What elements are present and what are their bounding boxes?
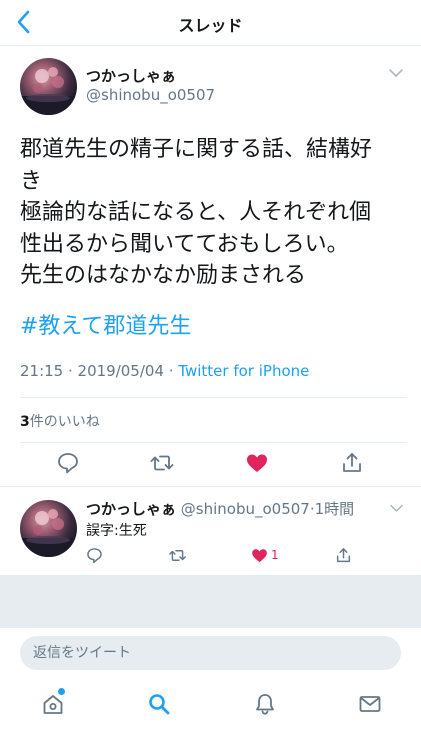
page-title: スレッド xyxy=(178,16,243,35)
hashtag-link[interactable]: #教えて郡道先生 xyxy=(20,308,191,340)
tweet-text: 郡道先生の精子に関する話、結構好 き 極論的な話になると、人それぞれ個 性出るか… xyxy=(20,134,410,292)
share-button[interactable] xyxy=(339,450,365,476)
reply-reply-button[interactable] xyxy=(85,546,104,565)
tweet-text-line: 極論的な話になると、人それぞれ個 xyxy=(20,200,372,225)
tweet-text-line: き xyxy=(20,168,43,194)
empty-area xyxy=(0,575,421,627)
reply-button[interactable] xyxy=(55,450,81,476)
chevron-down-icon[interactable] xyxy=(389,68,403,78)
home-icon xyxy=(43,695,63,714)
avatar[interactable] xyxy=(20,58,77,115)
notifications-icon xyxy=(256,694,274,715)
messages-icon xyxy=(359,696,381,712)
heart-filled-icon xyxy=(247,454,267,472)
author-handle[interactable]: @shinobu_o0507 xyxy=(86,86,215,104)
tweet-timestamp: 21:15 · 2019/05/04 · xyxy=(20,362,179,380)
share-icon xyxy=(343,453,361,472)
tab-bar xyxy=(0,677,421,729)
reply-retweet-button[interactable] xyxy=(168,546,187,565)
tweet-metadata: 21:15 · 2019/05/04 · Twitter for iPhone xyxy=(20,362,309,380)
divider xyxy=(0,486,421,487)
tweet-text-line: 先生のはなかなか励まされる xyxy=(20,263,307,288)
tab-home[interactable] xyxy=(41,692,65,716)
chevron-down-icon[interactable] xyxy=(390,504,403,513)
search-icon xyxy=(149,694,170,715)
likes-count[interactable]: 3件のいいね xyxy=(20,411,100,431)
retweet-icon xyxy=(169,550,186,561)
like-button[interactable] xyxy=(244,450,270,476)
likes-number: 3 xyxy=(20,414,30,430)
divider xyxy=(20,442,407,443)
reply-input[interactable]: 返信をツイート xyxy=(20,636,401,670)
tweet-text-line: 郡道先生の精子に関する話、結構好 xyxy=(20,137,373,162)
tab-messages[interactable] xyxy=(358,692,382,716)
reply-like-count: 1 xyxy=(271,548,279,562)
share-icon xyxy=(336,548,351,563)
divider xyxy=(20,397,407,398)
author-name[interactable]: つかっしゃぁ xyxy=(86,65,176,86)
likes-label: 件のいいね xyxy=(29,414,100,430)
heart-filled-icon xyxy=(252,549,267,563)
tweet-text-line: 性出るから聞いてておもしろい。 xyxy=(20,231,349,257)
reply-age: ·1時間 xyxy=(309,500,355,518)
reply-like-button[interactable] xyxy=(250,546,269,565)
reply-composer: 返信をツイート xyxy=(0,627,421,677)
tab-search[interactable] xyxy=(147,692,171,716)
retweet-button[interactable] xyxy=(149,450,175,476)
navigation-bar: スレッド xyxy=(0,0,421,46)
reply-author-handle[interactable]: @shinobu_o0507 xyxy=(181,500,310,518)
reply-text: 誤字:生死 xyxy=(86,523,147,539)
avatar-image-icon xyxy=(20,67,77,115)
reply-icon xyxy=(58,453,78,474)
tab-notifications[interactable] xyxy=(253,692,277,716)
notification-dot xyxy=(58,688,65,695)
reply-actions: 1 xyxy=(0,546,421,568)
reply-author-name[interactable]: つかっしゃぁ xyxy=(86,500,176,518)
reply-share-button[interactable] xyxy=(334,546,353,565)
reply-header[interactable]: つかっしゃぁ @shinobu_o0507·1時間 xyxy=(86,498,354,519)
tweet-actions xyxy=(0,450,421,480)
reply-icon xyxy=(87,548,102,564)
tweet-source-link[interactable]: Twitter for iPhone xyxy=(178,362,309,380)
retweet-icon xyxy=(150,455,174,471)
